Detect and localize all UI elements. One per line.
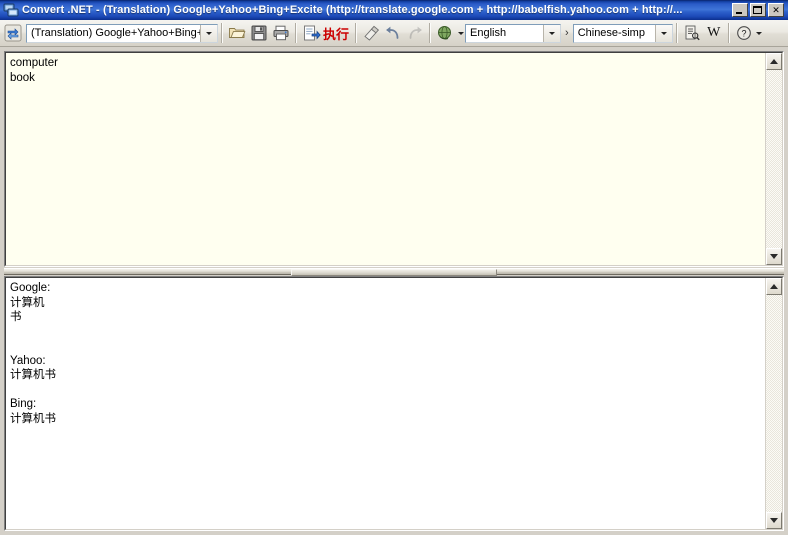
close-icon: ✕ bbox=[772, 4, 780, 15]
globe-language-icon[interactable] bbox=[434, 22, 456, 44]
toolbar-separator bbox=[429, 23, 432, 43]
source-pane-inner: computer book bbox=[5, 52, 783, 266]
window-title: Convert .NET - (Translation) Google+Yaho… bbox=[22, 4, 683, 16]
source-pane: computer book bbox=[4, 51, 784, 267]
profile-combo-value: (Translation) Google+Yahoo+Bing+E bbox=[31, 26, 200, 39]
chevron-down-icon[interactable] bbox=[543, 24, 561, 42]
wikipedia-letter: W bbox=[707, 25, 721, 40]
print-icon[interactable] bbox=[270, 22, 292, 44]
language-more-chevron[interactable]: › bbox=[561, 27, 573, 39]
help-question-icon[interactable]: ? bbox=[733, 22, 755, 44]
app-computer-icon bbox=[3, 2, 19, 18]
target-language-value: Chinese-simp bbox=[577, 26, 645, 39]
dictionary-lookup-icon[interactable] bbox=[681, 22, 703, 44]
toolbar-separator bbox=[675, 23, 678, 43]
svg-text:?: ? bbox=[741, 28, 746, 38]
maximize-button[interactable] bbox=[750, 3, 766, 17]
title-bar: Convert .NET - (Translation) Google+Yaho… bbox=[0, 0, 788, 20]
convert-refresh-icon[interactable] bbox=[2, 22, 24, 44]
splitter-grip[interactable] bbox=[291, 269, 497, 276]
chevron-down-icon[interactable] bbox=[200, 24, 217, 42]
pane-splitter[interactable] bbox=[4, 267, 784, 276]
save-floppy-icon[interactable] bbox=[248, 22, 270, 44]
wikipedia-w-icon[interactable]: W bbox=[703, 22, 725, 44]
toolbar-separator bbox=[221, 23, 223, 43]
execute-label: 执行 bbox=[323, 26, 350, 42]
results-vertical-scrollbar[interactable] bbox=[765, 278, 782, 529]
main-toolbar: (Translation) Google+Yahoo+Bing+E 执行 Eng… bbox=[0, 20, 788, 47]
chevron-down-icon[interactable] bbox=[654, 24, 672, 42]
translation-results-area[interactable]: Google: 计算机 书 Yahoo: 计算机书 Bing: 计算机书 bbox=[6, 278, 765, 529]
minimize-button[interactable] bbox=[732, 3, 748, 17]
scroll-down-button[interactable] bbox=[766, 512, 782, 529]
results-pane-inner: Google: 计算机 书 Yahoo: 计算机书 Bing: 计算机书 bbox=[5, 277, 783, 530]
results-pane: Google: 计算机 书 Yahoo: 计算机书 Bing: 计算机书 bbox=[4, 276, 784, 531]
toolbar-separator bbox=[295, 23, 297, 43]
toolbar-separator bbox=[355, 23, 358, 43]
application-window: Convert .NET - (Translation) Google+Yaho… bbox=[0, 0, 788, 535]
source-text-area[interactable]: computer book bbox=[6, 53, 765, 265]
open-folder-icon[interactable] bbox=[226, 22, 248, 44]
scroll-up-button[interactable] bbox=[766, 53, 782, 70]
profile-combo[interactable]: (Translation) Google+Yahoo+Bing+E bbox=[26, 23, 218, 43]
help-dropdown-chevron-down-icon[interactable] bbox=[755, 31, 764, 35]
undo-icon[interactable] bbox=[382, 22, 404, 44]
splitter-bar[interactable] bbox=[4, 268, 784, 276]
source-language-value: English bbox=[470, 26, 507, 39]
close-button[interactable]: ✕ bbox=[768, 3, 784, 17]
globe-dropdown-chevron-down-icon[interactable] bbox=[456, 31, 465, 35]
target-language-combo[interactable]: Chinese-simp bbox=[572, 23, 673, 43]
source-vertical-scrollbar[interactable] bbox=[765, 53, 782, 265]
scroll-track[interactable] bbox=[766, 70, 782, 248]
execute-button[interactable]: 执行 bbox=[300, 22, 352, 44]
toolbar-separator bbox=[727, 23, 730, 43]
eraser-clear-icon[interactable] bbox=[360, 22, 382, 44]
scroll-down-button[interactable] bbox=[766, 248, 782, 265]
window-controls: ✕ bbox=[732, 3, 786, 17]
scroll-track[interactable] bbox=[766, 295, 782, 512]
execute-arrow-icon bbox=[304, 25, 321, 41]
source-language-combo[interactable]: English bbox=[465, 23, 562, 43]
redo-icon bbox=[404, 22, 426, 44]
client-area: computer book Google: 计算机 书 Yahoo: 计算机书 … bbox=[0, 47, 788, 535]
scroll-up-button[interactable] bbox=[766, 278, 782, 295]
